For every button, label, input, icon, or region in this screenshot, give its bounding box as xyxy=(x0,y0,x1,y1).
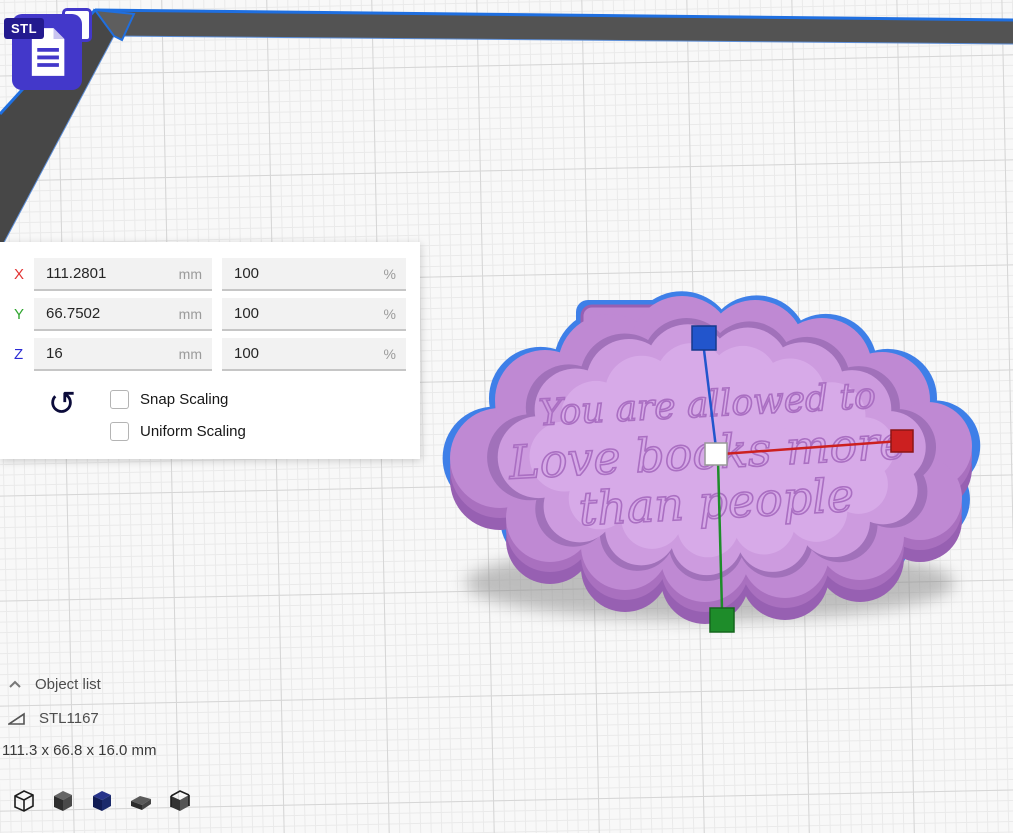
x-percent-input[interactable] xyxy=(232,264,351,283)
y-mm-unit: mm xyxy=(179,306,202,322)
model-stl1167[interactable]: You are allowed to Love books more than … xyxy=(430,288,1010,653)
axis-x-label: X xyxy=(14,266,34,283)
scale-handle-z[interactable] xyxy=(692,326,716,350)
y-percent-input[interactable] xyxy=(232,304,351,323)
scale-row-x: X mm % xyxy=(14,258,406,291)
stl-file-icon[interactable]: STL xyxy=(8,6,98,96)
uniform-scaling-checkbox-row[interactable]: Uniform Scaling xyxy=(110,422,246,441)
flat-cube-icon xyxy=(128,787,154,813)
viewport-3d: You are allowed to Love books more than … xyxy=(0,0,1013,833)
solid-cube-icon xyxy=(50,787,76,813)
z-mm-unit: mm xyxy=(179,346,202,362)
view-flat-cube-button[interactable] xyxy=(127,786,155,814)
x-percent-field: % xyxy=(222,258,406,291)
x-mm-unit: mm xyxy=(179,266,202,282)
snap-scaling-checkbox-row[interactable]: Snap Scaling xyxy=(110,390,246,409)
scale-handle-y[interactable] xyxy=(710,608,734,632)
z-percent-input[interactable] xyxy=(232,344,351,363)
axis-y-label: Y xyxy=(14,306,34,323)
scale-handle-center[interactable] xyxy=(705,443,727,465)
x-mm-input[interactable] xyxy=(44,264,163,283)
z-percent-unit: % xyxy=(384,346,396,362)
view-toolbar xyxy=(10,786,194,814)
object-name: STL1167 xyxy=(39,710,99,727)
object-list-panel: Object list STL1167 111.3 x 66.8 x 16.0 … xyxy=(8,676,157,759)
snap-scaling-label: Snap Scaling xyxy=(140,391,228,408)
y-percent-unit: % xyxy=(384,306,396,322)
axis-z-label: Z xyxy=(14,346,34,363)
z-mm-field: mm xyxy=(34,338,212,371)
view-wireframe-cube-button[interactable] xyxy=(10,786,38,814)
scale-row-y: Y mm % xyxy=(14,298,406,331)
scale-row-z: Z mm % xyxy=(14,338,406,371)
chevron-up-icon xyxy=(8,680,22,689)
uniform-scaling-label: Uniform Scaling xyxy=(140,423,246,440)
open-cube-icon xyxy=(167,787,193,813)
reset-rotate-ccw-icon: ↺ xyxy=(48,387,77,421)
view-open-cube-button[interactable] xyxy=(166,786,194,814)
uniform-scaling-checkbox[interactable] xyxy=(110,422,129,441)
view-solid-cube-button[interactable] xyxy=(49,786,77,814)
reset-scale-button[interactable]: ↺ xyxy=(14,387,110,441)
x-percent-unit: % xyxy=(384,266,396,282)
scale-handle-x[interactable] xyxy=(891,430,913,452)
scale-panel-options: ↺ Snap Scaling Uniform Scaling xyxy=(14,387,406,441)
x-mm-field: mm xyxy=(34,258,212,291)
stl-ribbon-label: STL xyxy=(4,18,44,39)
highlighted-cube-icon xyxy=(89,787,115,813)
mesh-icon xyxy=(8,711,26,726)
y-mm-field: mm xyxy=(34,298,212,331)
view-highlighted-cube-button[interactable] xyxy=(88,786,116,814)
snap-scaling-checkbox[interactable] xyxy=(110,390,129,409)
scale-tool-panel: X mm % Y mm % Z mm xyxy=(0,242,420,459)
y-mm-input[interactable] xyxy=(44,304,163,323)
wireframe-cube-icon xyxy=(11,787,37,813)
z-mm-input[interactable] xyxy=(44,344,163,363)
object-dimensions: 111.3 x 66.8 x 16.0 mm xyxy=(2,742,157,759)
y-percent-field: % xyxy=(222,298,406,331)
document-fold xyxy=(54,28,65,39)
z-percent-field: % xyxy=(222,338,406,371)
object-list-header[interactable]: Object list xyxy=(8,676,157,693)
object-list-item[interactable]: STL1167 xyxy=(8,710,157,727)
object-list-title: Object list xyxy=(35,676,101,693)
